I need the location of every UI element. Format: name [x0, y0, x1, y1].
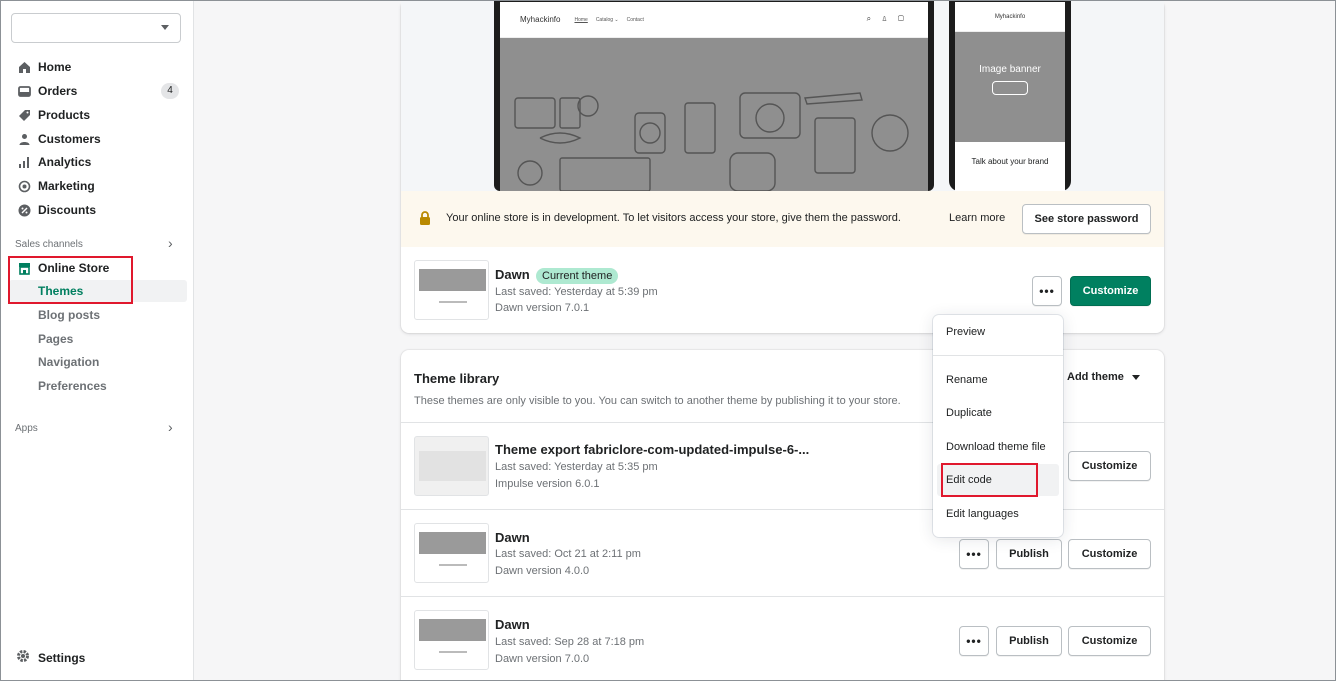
preview-nav-link: Contact [626, 16, 644, 23]
mobile-preview-banner: Image banner [955, 32, 1065, 142]
mobile-preview-logo: Myhackinfo [955, 2, 1065, 32]
theme-library-description: These themes are only visible to you. Yo… [414, 395, 901, 407]
nav-label: Analytics [38, 155, 92, 169]
nav-label: Discounts [38, 203, 97, 217]
sidebar-item-preferences[interactable]: Preferences [9, 375, 187, 397]
more-actions-button[interactable]: ••• [959, 539, 989, 569]
mobile-talk-title: Talk about your brand [971, 157, 1049, 166]
more-actions-button[interactable]: ••• [1032, 276, 1062, 306]
preview-hero-image [500, 38, 928, 191]
nav-item-orders[interactable]: Orders 4 [9, 80, 187, 102]
current-theme-thumbnail [414, 260, 489, 320]
customize-button[interactable]: Customize [1070, 276, 1151, 306]
nav-item-online-store[interactable]: Online Store [9, 257, 187, 279]
theme-actions-menu: Preview Rename Duplicate Download theme … [933, 315, 1063, 537]
menu-item-duplicate[interactable]: Duplicate [946, 407, 992, 419]
nav-item-home[interactable]: Home [9, 56, 187, 78]
customize-button[interactable]: Customize [1068, 539, 1151, 569]
nav-label: Customers [38, 132, 101, 146]
preview-logo: Myhackinfo [520, 15, 561, 24]
publish-button[interactable]: Publish [996, 626, 1062, 656]
chevron-right-icon[interactable]: › [168, 235, 173, 251]
menu-item-preview[interactable]: Preview [946, 326, 985, 338]
menu-item-rename[interactable]: Rename [946, 374, 988, 386]
see-store-password-button[interactable]: See store password [1022, 204, 1151, 234]
add-theme-label: Add theme [1067, 371, 1124, 383]
sidebar-item-pages[interactable]: Pages [9, 328, 187, 350]
theme-preview: Myhackinfo Home Catalog ⌄ Contact ⌕ ♙ ▢ [401, 0, 1164, 191]
customize-button[interactable]: Customize [1068, 451, 1151, 481]
menu-item-download-theme-file[interactable]: Download theme file [946, 441, 1046, 453]
sidebar-item-navigation[interactable]: Navigation [9, 351, 187, 373]
theme-thumbnail [414, 523, 489, 583]
discounts-icon [16, 202, 32, 218]
nav-item-customers[interactable]: Customers [9, 128, 187, 150]
sales-channels-label: Sales channels [15, 239, 83, 250]
nav-item-marketing[interactable]: Marketing [9, 175, 187, 197]
chevron-right-icon[interactable]: › [168, 419, 173, 435]
mobile-preview: Myhackinfo Image banner Talk about your … [949, 0, 1071, 191]
nav-label: Products [38, 108, 91, 122]
theme-version: Impulse version 6.0.1 [495, 478, 600, 490]
nav-item-products[interactable]: Products [9, 104, 187, 126]
divider [401, 596, 1164, 597]
nav-label: Orders [38, 84, 78, 98]
theme-last-saved: Last saved: Sep 28 at 7:18 pm [495, 636, 645, 648]
theme-thumbnail [414, 436, 489, 496]
current-theme-version: Dawn version 7.0.1 [495, 302, 590, 314]
home-icon [16, 59, 32, 75]
current-theme-last-saved: Last saved: Yesterday at 5:39 pm [495, 286, 658, 298]
development-message: Your online store is in development. To … [446, 212, 901, 224]
theme-version: Dawn version 4.0.0 [495, 565, 590, 577]
more-actions-button[interactable]: ••• [959, 626, 989, 656]
orders-count-badge: 4 [161, 83, 179, 99]
customers-person-icon [16, 131, 32, 147]
analytics-bars-icon [16, 154, 32, 170]
theme-name: Dawn [495, 617, 530, 632]
theme-thumbnail [414, 610, 489, 670]
preview-nav-link: Home [574, 16, 588, 23]
chevron-down-icon [1131, 374, 1140, 380]
gear-icon [16, 649, 30, 666]
theme-last-saved: Last saved: Yesterday at 5:35 pm [495, 461, 658, 473]
theme-library-title: Theme library [414, 371, 500, 386]
menu-item-edit-languages[interactable]: Edit languages [946, 508, 1019, 520]
preview-header-icons: ⌕ ♙ ▢ [866, 14, 908, 23]
current-theme-name: Dawn [495, 267, 530, 282]
marketing-target-icon [16, 178, 32, 194]
desktop-preview: Myhackinfo Home Catalog ⌄ Contact ⌕ ♙ ▢ [494, 0, 934, 191]
nav-label: Home [38, 60, 72, 74]
mobile-banner-title: Image banner [979, 64, 1041, 75]
store-selector[interactable] [11, 13, 181, 43]
lock-icon [419, 211, 431, 226]
mobile-banner-button [992, 81, 1028, 95]
products-tag-icon [16, 107, 32, 123]
sidebar-item-themes[interactable]: Themes [9, 280, 187, 302]
settings-label: Settings [38, 650, 86, 665]
nav-item-analytics[interactable]: Analytics [9, 151, 187, 173]
nav-item-discounts[interactable]: Discounts [9, 199, 187, 221]
theme-last-saved: Last saved: Oct 21 at 2:11 pm [495, 548, 641, 560]
nav-label: Online Store [38, 261, 110, 275]
sidebar-item-blog-posts[interactable]: Blog posts [9, 304, 187, 326]
learn-more-link[interactable]: Learn more [949, 212, 1005, 224]
divider [933, 355, 1063, 356]
add-theme-button[interactable]: Add theme [1067, 371, 1140, 383]
preview-nav-link: Catalog ⌄ [595, 16, 619, 23]
apps-label: Apps [15, 423, 38, 434]
publish-button[interactable]: Publish [996, 539, 1062, 569]
theme-name: Theme export fabriclore-com-updated-impu… [495, 442, 810, 457]
theme-version: Dawn version 7.0.0 [495, 653, 590, 665]
store-icon [16, 260, 32, 276]
theme-name: Dawn [495, 530, 530, 545]
sidebar: Home Orders 4 Products Customers Analyti… [1, 1, 194, 680]
development-banner: Your online store is in development. To … [401, 191, 1164, 247]
orders-icon [16, 83, 32, 99]
current-theme-badge: Current theme [536, 268, 619, 284]
menu-item-edit-code[interactable]: Edit code [946, 474, 992, 486]
nav-item-settings[interactable]: Settings [16, 649, 85, 666]
nav-label: Marketing [38, 179, 95, 193]
customize-button[interactable]: Customize [1068, 626, 1151, 656]
